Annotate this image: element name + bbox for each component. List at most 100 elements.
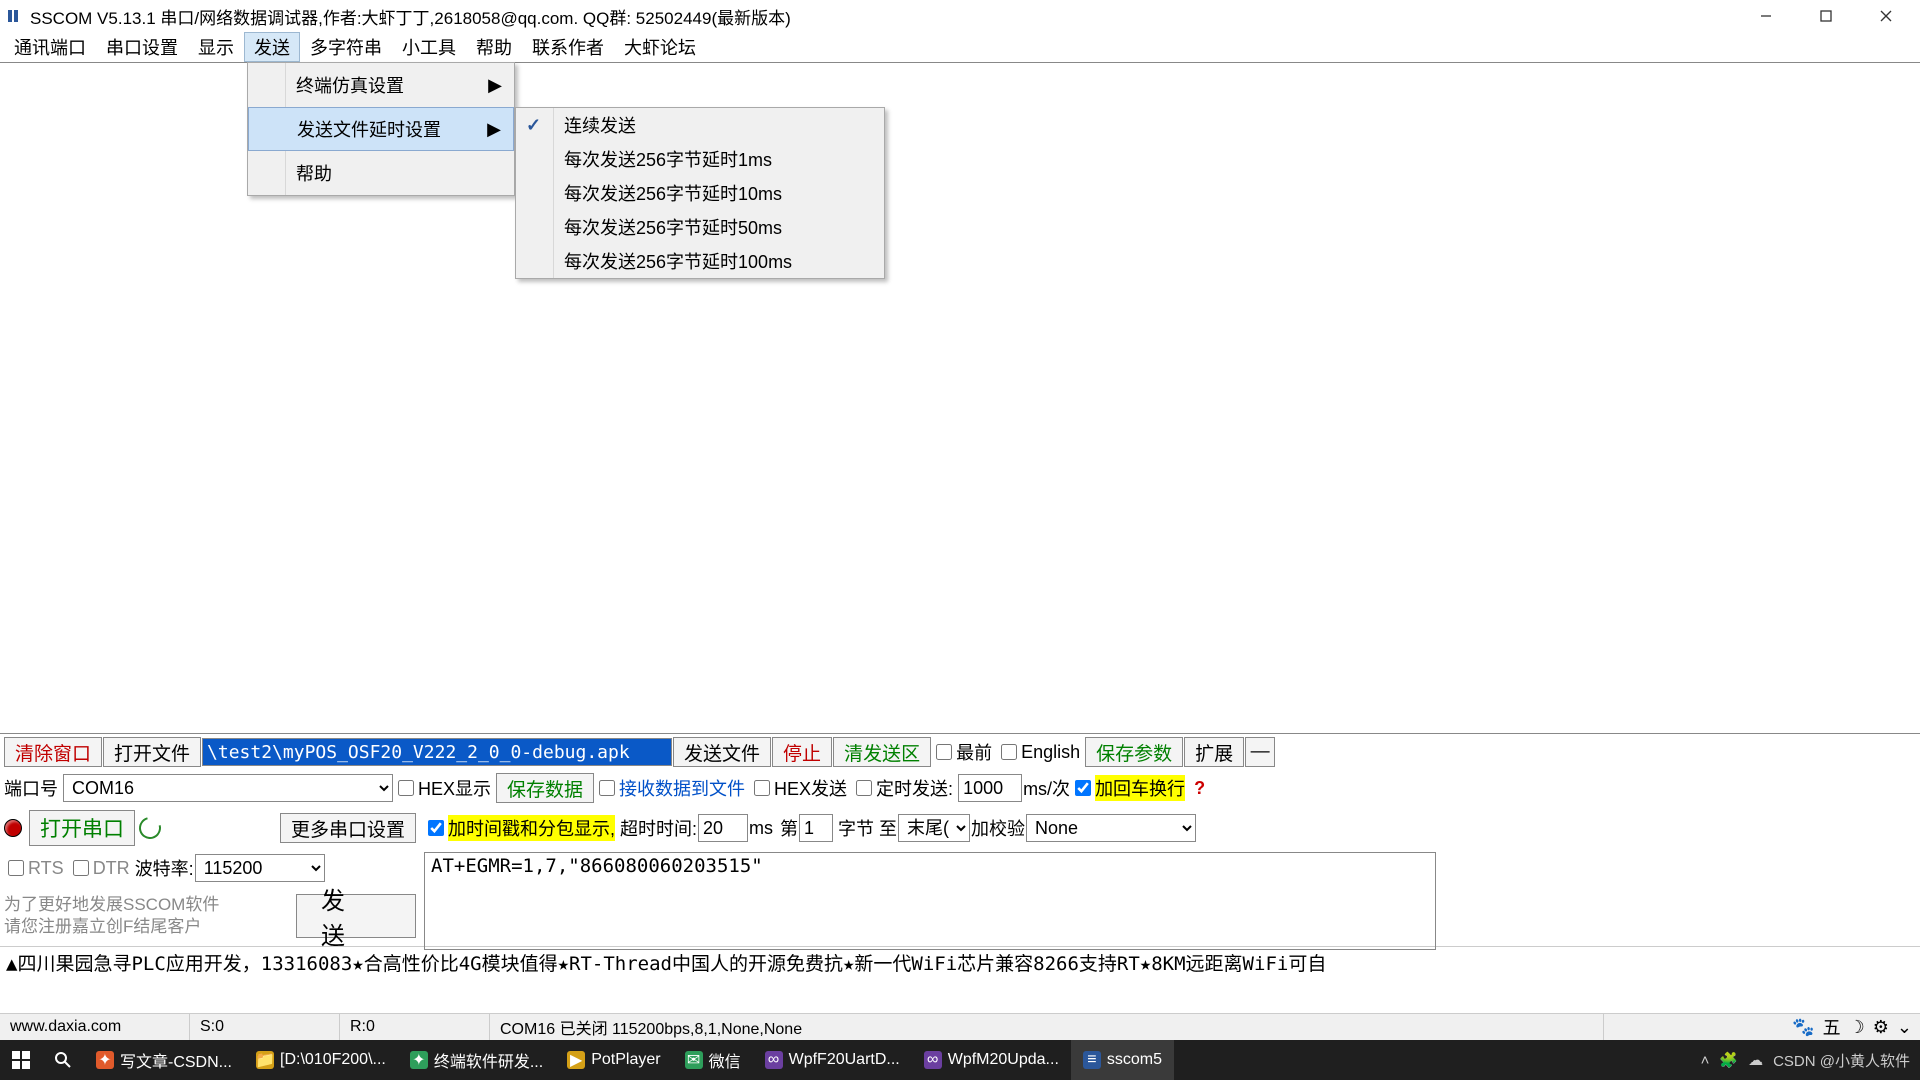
taskbar-app-1[interactable]: 📁[D:\010F200\...: [244, 1040, 398, 1080]
byte-label-2: 字节: [834, 815, 878, 841]
menu-terminal-emulation[interactable]: 终端仿真设置 ▶: [248, 63, 514, 107]
add-crlf-checkbox[interactable]: 加回车换行: [1071, 775, 1189, 801]
on-top-checkbox[interactable]: 最前: [932, 739, 996, 765]
status-tray-icons: 🐾 五 ☽ ⚙ ⌄: [1784, 1014, 1920, 1040]
search-button[interactable]: [42, 1040, 84, 1080]
to-label: 至: [879, 815, 897, 841]
file-path-input[interactable]: [202, 738, 672, 766]
toolbar-row-5: 为了更好地发展SSCOM软件 请您注册嘉立创F结尾客户 发 送: [0, 886, 420, 946]
submenu-delay-50ms[interactable]: 每次发送256字节延时50ms: [516, 210, 884, 244]
rts-checkbox[interactable]: RTS: [4, 858, 68, 879]
status-url[interactable]: www.daxia.com: [0, 1014, 190, 1040]
open-file-button[interactable]: 打开文件: [103, 737, 201, 767]
watermark-text: CSDN @小黄人软件: [1773, 1050, 1910, 1071]
gear-icon[interactable]: ⚙: [1873, 1017, 1889, 1038]
toolbar-row-3-right: 加时间戳和分包显示, 超时时间: ms 第 字节 至 末尾(? 加校验 None: [420, 806, 1440, 850]
recv-to-file-checkbox[interactable]: 接收数据到文件: [595, 775, 749, 801]
baud-select[interactable]: 115200: [195, 854, 325, 882]
menu-serial-settings[interactable]: 串口设置: [96, 32, 188, 62]
send-area-row: AT+EGMR=1,7,"866080060203515": [420, 850, 1440, 950]
send-file-button[interactable]: 发送文件: [673, 737, 771, 767]
system-tray[interactable]: ˄ 🧩 ☁ CSDN @小黄人软件: [1691, 1050, 1920, 1071]
timeout-input[interactable]: [698, 814, 748, 842]
add-checksum-label: 加校验: [971, 815, 1025, 841]
paw-icon[interactable]: 🐾: [1792, 1017, 1814, 1038]
start-button[interactable]: [0, 1040, 42, 1080]
menu-forum[interactable]: 大虾论坛: [614, 32, 706, 62]
tray-icon[interactable]: 🧩: [1719, 1051, 1738, 1069]
collapse-button[interactable]: —: [1245, 737, 1275, 767]
minimize-button[interactable]: [1736, 0, 1796, 32]
menu-display[interactable]: 显示: [188, 32, 244, 62]
status-send-count: S:0: [190, 1014, 340, 1040]
check-icon: ✓: [526, 115, 541, 136]
down-icon[interactable]: ⌄: [1897, 1017, 1912, 1038]
taskbar-app-2[interactable]: ✦终端软件研发...: [398, 1040, 555, 1080]
expand-button[interactable]: 扩展: [1184, 737, 1244, 767]
taskbar-app-3[interactable]: ▶PotPlayer: [555, 1040, 672, 1080]
tail-select[interactable]: 末尾(?: [898, 814, 970, 842]
promo-note: 为了更好地发展SSCOM软件 请您注册嘉立创F结尾客户: [4, 894, 219, 938]
hex-show-checkbox[interactable]: HEX显示: [394, 775, 495, 801]
control-panel: 清除窗口 打开文件 发送文件 停止 清发送区 最前 English 保存参数 扩…: [0, 734, 1920, 1013]
submenu-continuous-send[interactable]: ✓ 连续发送: [516, 108, 884, 142]
window-buttons: [1736, 0, 1916, 32]
refresh-button[interactable]: [136, 817, 164, 839]
menu-comm-port[interactable]: 通讯端口: [4, 32, 96, 62]
taskbar-app-6[interactable]: ∞WpfM20Upda...: [912, 1040, 1071, 1080]
toolbar-row-1: 清除窗口 打开文件 发送文件 停止 清发送区 最前 English 保存参数 扩…: [0, 734, 1920, 770]
taskbar-app-0[interactable]: ✦写文章-CSDN...: [84, 1040, 244, 1080]
moon-icon[interactable]: ☽: [1849, 1017, 1865, 1038]
interval-input[interactable]: [958, 774, 1022, 802]
ad-banner[interactable]: ▲四川果园急寻PLC应用开发，13316083★合高性价比4G模块值得★RT-T…: [0, 946, 1920, 978]
taskbar-app-5[interactable]: ∞WpfF20UartD...: [753, 1040, 912, 1080]
timed-send-checkbox[interactable]: 定时发送:: [852, 775, 957, 801]
menu-help[interactable]: 帮助: [466, 32, 522, 62]
clear-window-button[interactable]: 清除窗口: [4, 737, 102, 767]
chevron-up-icon[interactable]: ˄: [1701, 1052, 1710, 1069]
refresh-icon: [135, 813, 165, 843]
byte-input[interactable]: [799, 814, 833, 842]
save-params-button[interactable]: 保存参数: [1085, 737, 1183, 767]
menu-tools[interactable]: 小工具: [392, 32, 466, 62]
port-select[interactable]: COM16: [63, 774, 393, 802]
hex-send-checkbox[interactable]: HEX发送: [750, 775, 851, 801]
ime-icon[interactable]: 五: [1823, 1014, 1841, 1040]
menu-send-file-delay[interactable]: 发送文件延时设置 ▶: [248, 107, 514, 151]
interval-unit-label: ms/次: [1023, 775, 1070, 801]
english-checkbox[interactable]: English: [997, 742, 1084, 763]
submenu-delay-1ms[interactable]: 每次发送256字节延时1ms: [516, 142, 884, 176]
timeout-unit-label: ms: [749, 818, 779, 839]
send-text-input[interactable]: AT+EGMR=1,7,"866080060203515": [424, 852, 1436, 950]
checksum-select[interactable]: None: [1026, 814, 1196, 842]
add-timestamp-checkbox[interactable]: 加时间戳和分包显示,: [424, 815, 619, 841]
dtr-checkbox[interactable]: DTR: [69, 858, 134, 879]
open-port-button[interactable]: 打开串口: [29, 810, 135, 846]
more-settings-button[interactable]: 更多串口设置: [280, 813, 416, 843]
submenu-delay-10ms[interactable]: 每次发送256字节延时10ms: [516, 176, 884, 210]
save-data-button[interactable]: 保存数据: [496, 773, 594, 803]
menu-help-item[interactable]: 帮助: [248, 151, 514, 195]
menu-contact[interactable]: 联系作者: [522, 32, 614, 62]
title-bar: SSCOM V5.13.1 串口/网络数据调试器,作者:大虾丁丁,2618058…: [0, 0, 1920, 32]
timeout-label: 超时时间:: [620, 815, 697, 841]
help-icon[interactable]: ?: [1190, 778, 1209, 799]
clear-send-area-button[interactable]: 清发送区: [833, 737, 931, 767]
send-button[interactable]: 发 送: [296, 894, 416, 938]
menu-item-label: 每次发送256字节延时50ms: [564, 214, 782, 240]
close-button[interactable]: [1856, 0, 1916, 32]
stop-button[interactable]: 停止: [772, 737, 832, 767]
maximize-button[interactable]: [1796, 0, 1856, 32]
submenu-delay-100ms[interactable]: 每次发送256字节延时100ms: [516, 244, 884, 278]
menu-item-label: 连续发送: [564, 112, 636, 138]
menu-multistring[interactable]: 多字符串: [300, 32, 392, 62]
port-label: 端口号: [4, 775, 62, 801]
menu-item-label: 终端仿真设置: [296, 72, 404, 98]
taskbar-app-7[interactable]: ≡sscom5: [1071, 1040, 1174, 1080]
taskbar-app-4[interactable]: ✉微信: [673, 1040, 753, 1080]
menu-send[interactable]: 发送: [244, 32, 300, 62]
toolbar-row-3-left: 打开串口 更多串口设置: [0, 806, 420, 850]
tray-icon[interactable]: ☁: [1748, 1051, 1763, 1069]
status-spacer: [1604, 1014, 1784, 1040]
menu-item-label: 帮助: [296, 160, 332, 186]
